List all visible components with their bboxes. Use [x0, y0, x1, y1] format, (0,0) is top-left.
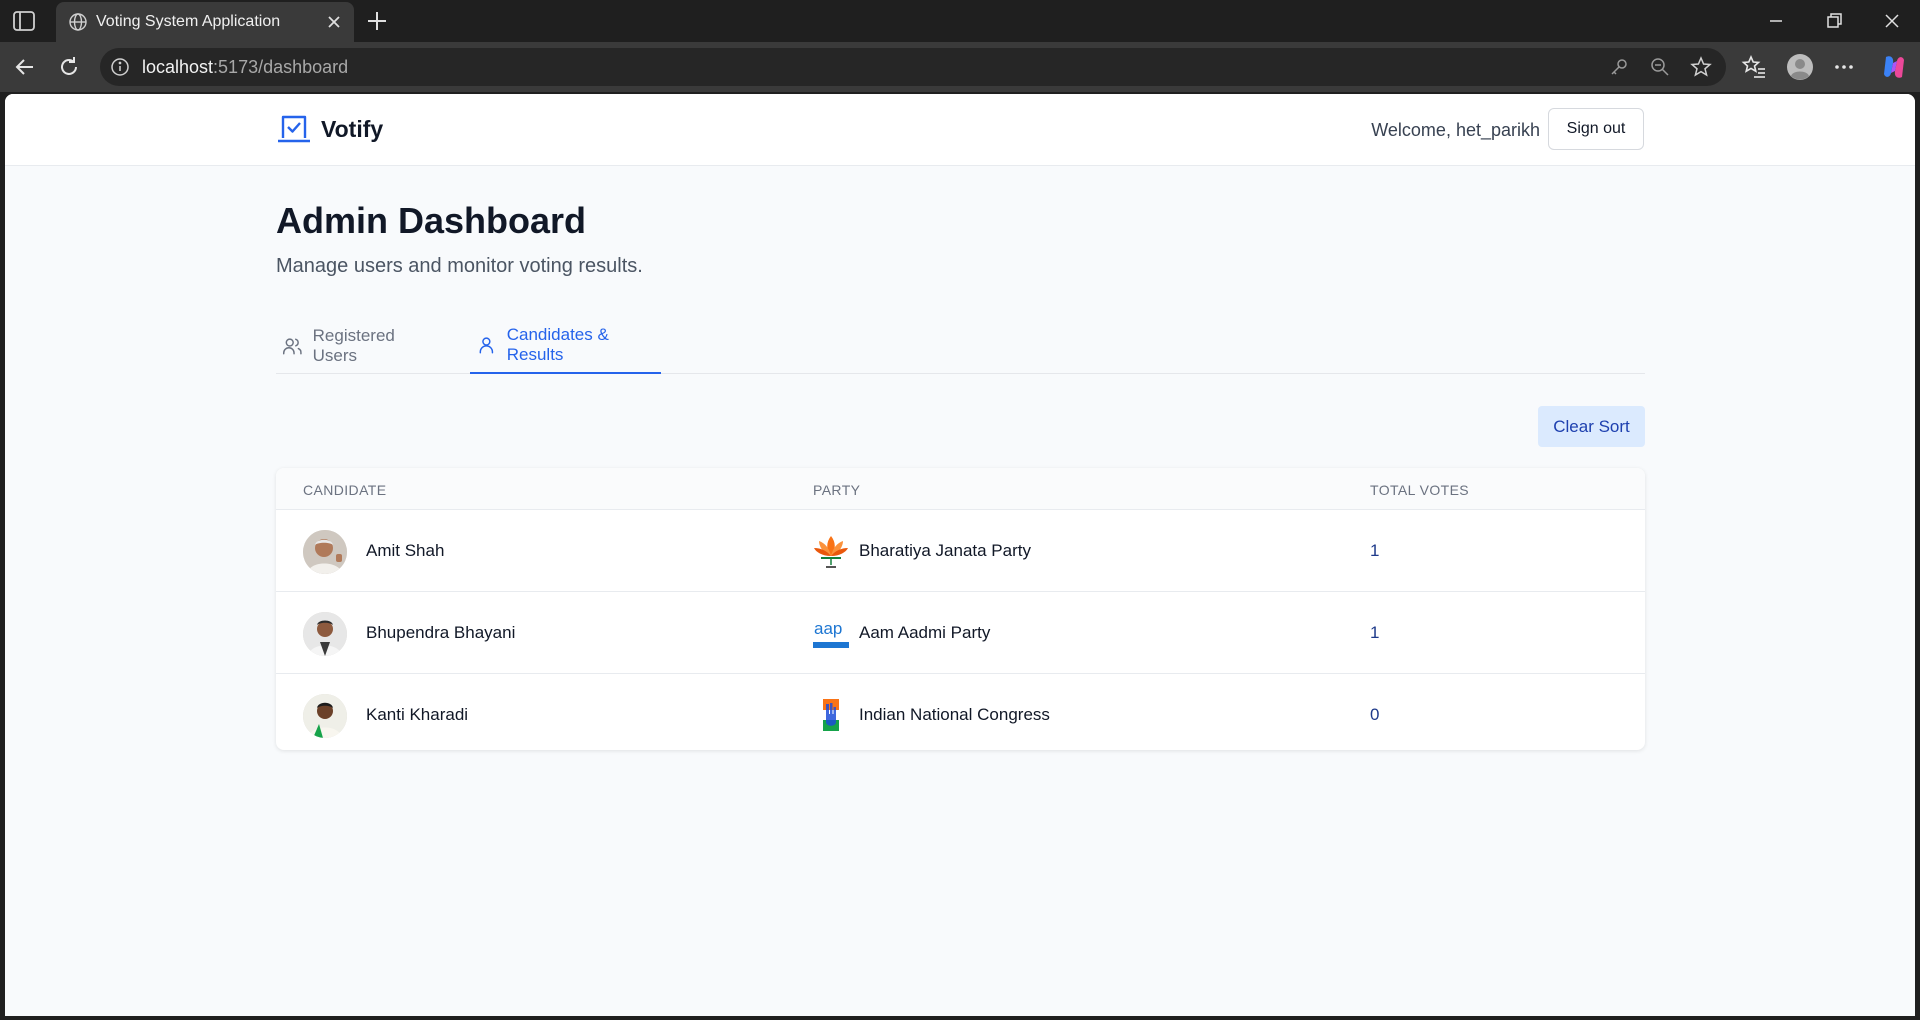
vote-count: 1 — [1370, 623, 1380, 642]
users-icon — [282, 338, 302, 355]
url-path: :5173/dashboard — [213, 57, 349, 77]
party-name: Aam Aadmi Party — [859, 623, 991, 642]
url-host: localhost — [142, 57, 214, 77]
dashboard-tabs: Registered Users Candidates & Results — [276, 318, 1645, 374]
page-subtitle: Manage users and monitor voting results. — [276, 255, 643, 277]
close-tab-icon[interactable] — [324, 12, 344, 32]
globe-icon — [69, 13, 87, 31]
browser-tab[interactable]: Voting System Application — [56, 2, 354, 42]
close-window-icon[interactable] — [1880, 9, 1904, 33]
page-title: Admin Dashboard — [276, 200, 587, 241]
back-icon[interactable] — [12, 54, 38, 80]
column-header-total-votes[interactable]: TOTAL VOTES — [1370, 482, 1469, 498]
vote-count: 1 — [1370, 541, 1380, 560]
table-header: CANDIDATE PARTY TOTAL VOTES — [276, 468, 1645, 510]
reload-icon[interactable] — [56, 54, 82, 80]
svg-text:aap: aap — [814, 619, 842, 638]
copilot-icon[interactable] — [1880, 53, 1908, 81]
app-header: Votify Welcome, het_parikh Sign out — [5, 94, 1915, 166]
user-icon — [479, 337, 494, 354]
zoom-out-icon[interactable] — [1649, 56, 1671, 78]
table-row: Bhupendra Bhayani aap Aam Aadmi Party 1 — [276, 592, 1645, 674]
tab-label: Candidates & Results — [506, 325, 609, 364]
url-text[interactable]: localhost:5173/dashboard — [142, 57, 348, 78]
minimize-icon[interactable] — [1764, 9, 1788, 33]
more-options-icon[interactable] — [1830, 53, 1858, 81]
tab-registered-users[interactable]: Registered Users — [282, 318, 436, 374]
brand-name[interactable]: Votify — [321, 116, 383, 143]
table-row: Kanti Kharadi Indian National Congress 0 — [276, 674, 1645, 750]
hand-logo-icon — [823, 699, 839, 731]
restore-icon[interactable] — [1822, 9, 1846, 33]
browser-toolbar: localhost:5173/dashboard — [0, 42, 1920, 92]
new-tab-icon[interactable] — [364, 8, 390, 34]
table-row: Amit Shah Bharatiya Janata Party 1 — [276, 510, 1645, 592]
favorites-icon[interactable] — [1740, 53, 1768, 81]
candidate-name: Bhupendra Bhayani — [366, 623, 516, 642]
tab-actions-icon[interactable] — [12, 10, 36, 32]
candidate-avatar — [303, 694, 347, 738]
candidate-avatar — [303, 530, 347, 574]
party-name: Indian National Congress — [859, 705, 1050, 724]
tab-candidates-results[interactable]: Candidates & Results — [470, 318, 661, 374]
candidate-name: Kanti Kharadi — [366, 705, 469, 724]
address-bar[interactable]: localhost:5173/dashboard — [100, 48, 1726, 86]
aap-logo-icon: aap — [813, 614, 849, 652]
candidate-name: Amit Shah — [366, 541, 445, 560]
welcome-text: Welcome, het_parikh — [1371, 120, 1540, 140]
ballot-check-icon — [278, 115, 310, 143]
site-info-icon[interactable] — [110, 57, 130, 77]
results-table: CANDIDATE PARTY TOTAL VOTES Amit Shah Bh… — [276, 468, 1645, 750]
clear-sort-button[interactable]: Clear Sort — [1538, 406, 1645, 447]
party-name: Bharatiya Janata Party — [859, 541, 1031, 560]
tab-label: Registered Users — [312, 326, 395, 365]
tab-title: Voting System Application — [96, 13, 281, 30]
sign-out-button[interactable]: Sign out — [1548, 108, 1644, 150]
page-viewport: Votify Welcome, het_parikh Sign out Admi… — [5, 94, 1915, 1016]
column-header-candidate[interactable]: CANDIDATE — [303, 482, 386, 498]
vote-count: 0 — [1370, 705, 1380, 724]
favorite-star-icon[interactable] — [1690, 56, 1712, 78]
key-icon[interactable] — [1608, 56, 1630, 78]
browser-tab-strip: Voting System Application — [0, 0, 1920, 42]
candidate-avatar — [303, 612, 347, 656]
column-header-party[interactable]: PARTY — [813, 482, 860, 498]
lotus-logo-icon — [814, 536, 848, 568]
profile-avatar-icon[interactable] — [1786, 53, 1814, 81]
